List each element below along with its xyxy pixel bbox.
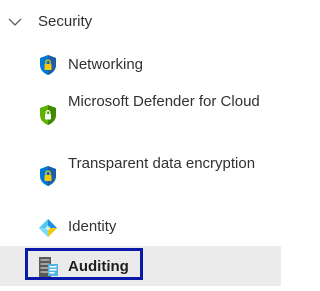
identity-diamond-icon — [39, 219, 57, 237]
sidebar-item-label: Networking — [68, 56, 144, 73]
auditing-icon — [39, 257, 58, 277]
sidebar-item-label: Microsoft Defender for Cloud — [68, 93, 260, 110]
shield-lock-icon — [40, 55, 56, 75]
sidebar-item-label: Auditing — [68, 258, 129, 275]
sidebar-item-auditing[interactable]: Auditing — [0, 246, 281, 286]
sidebar-item-identity[interactable]: Identity — [0, 210, 281, 246]
shield-lock-icon — [40, 166, 56, 186]
sidebar-item-networking[interactable]: Networking — [0, 44, 281, 86]
security-nav-panel: Security Networking Microsoft Defender f… — [0, 0, 281, 291]
sidebar-item-label: Identity — [68, 218, 117, 235]
sidebar-item-transparent-data-encryption[interactable]: Transparent data encryption — [0, 148, 281, 210]
group-label-security: Security — [38, 13, 93, 30]
sidebar-item-defender-for-cloud[interactable]: Microsoft Defender for Cloud — [0, 86, 281, 148]
security-group-header[interactable]: Security — [0, 0, 281, 44]
sidebar-item-label: Transparent data encryption — [68, 155, 256, 172]
defender-shield-icon — [40, 105, 56, 125]
chevron-down-icon[interactable] — [7, 14, 23, 30]
